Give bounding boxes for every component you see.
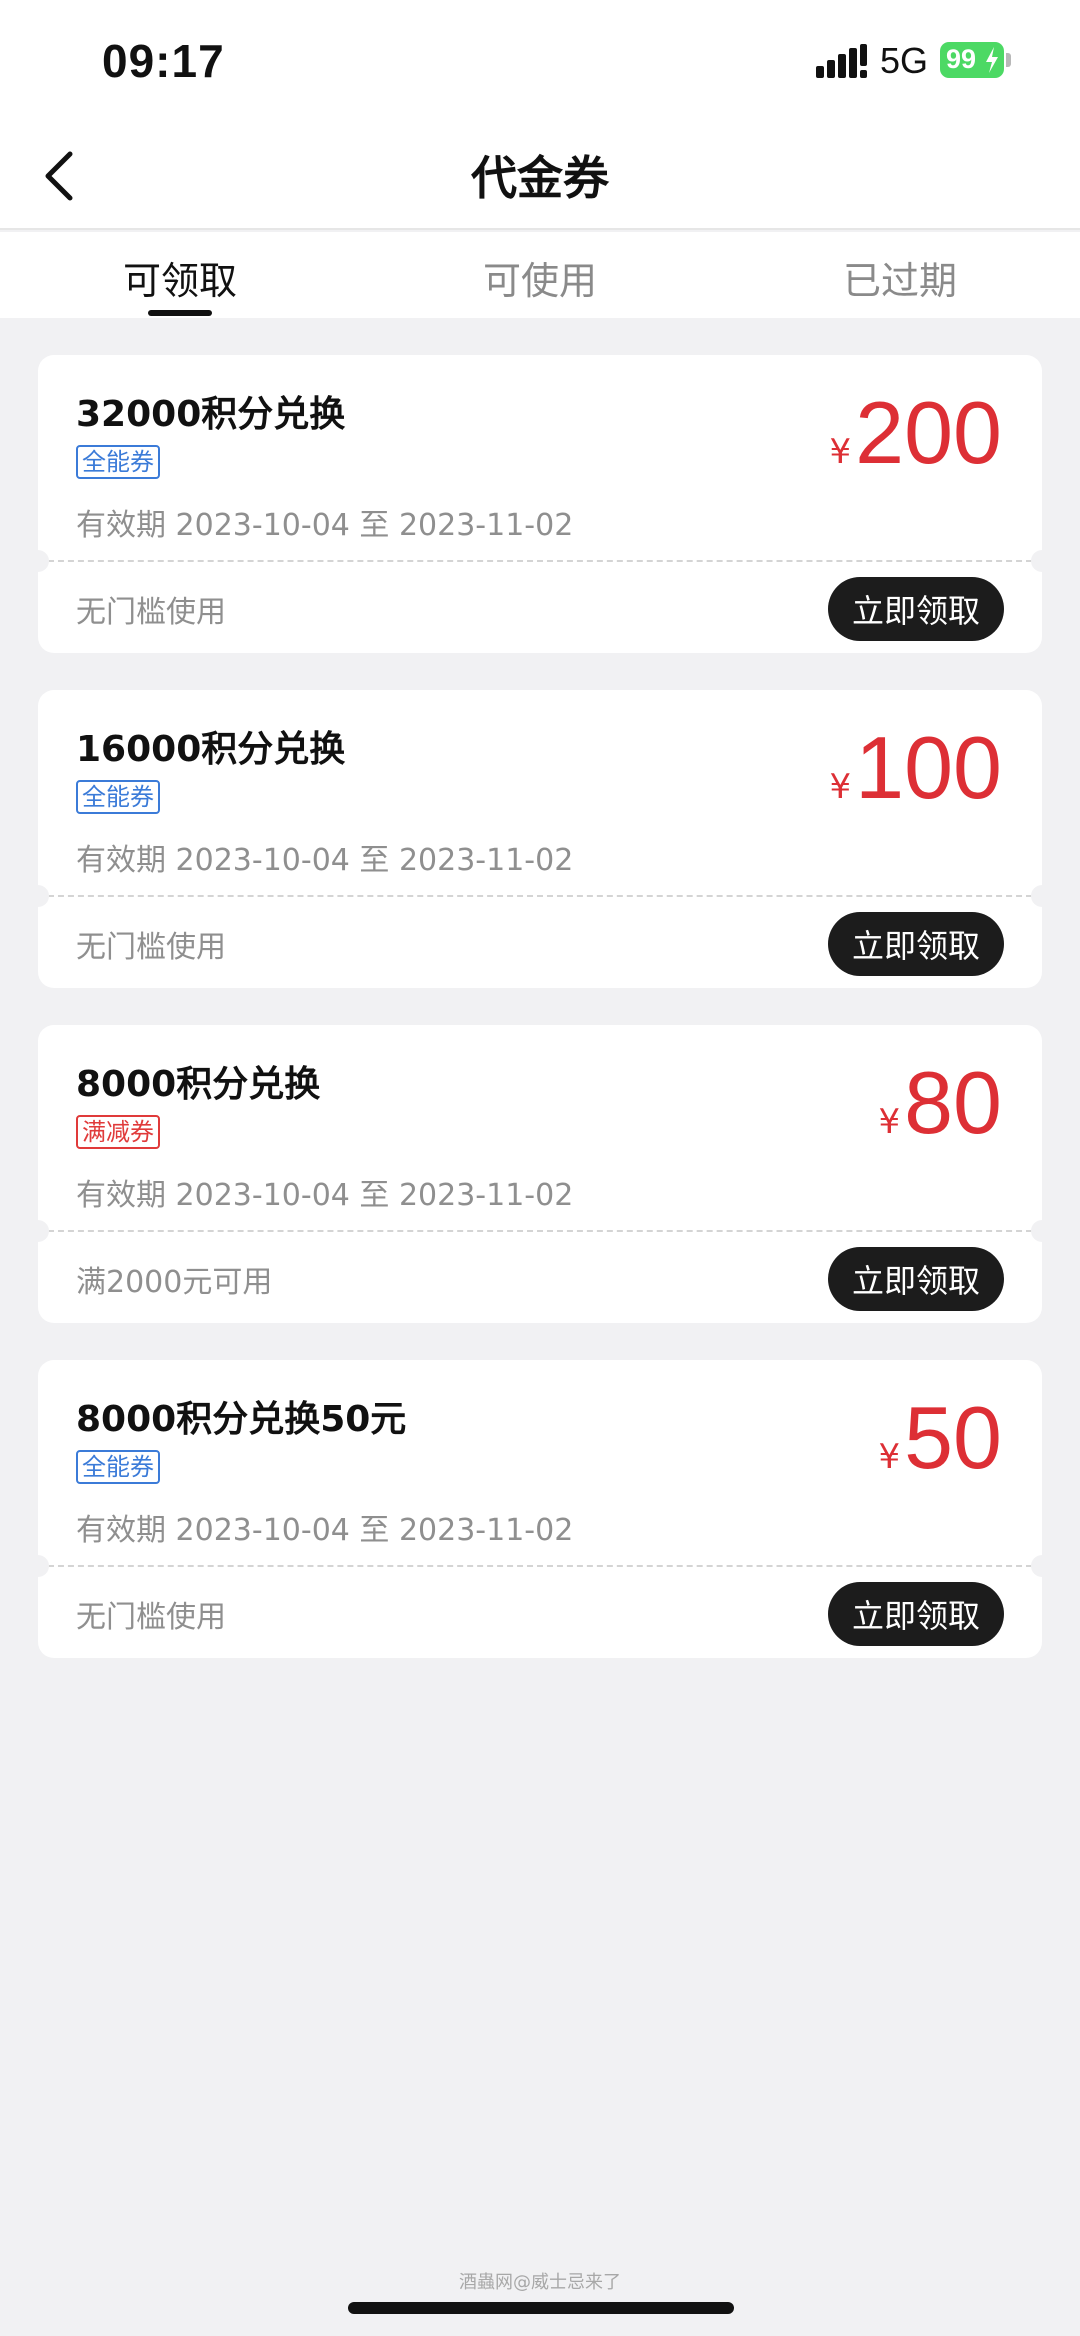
coupon-title: 8000积分兑换: [76, 1064, 321, 1105]
coupon-validity: 有效期 2023-10-04 至 2023-11-02: [76, 843, 574, 878]
charging-bolt-icon: [986, 47, 998, 73]
dashed-divider: [38, 1565, 1042, 1567]
battery-level: 99: [946, 44, 977, 74]
currency-symbol: ¥: [878, 1437, 901, 1477]
usage-condition: 无门槛使用: [76, 595, 226, 630]
coupon-list: 32000积分兑换 全能券 有效期 2023-10-04 至 2023-11-0…: [27, 355, 1053, 1695]
ticket-notch: [27, 885, 49, 907]
claim-button[interactable]: 立即领取: [828, 577, 1004, 641]
network-label: 5G: [880, 40, 929, 81]
currency-symbol: ¥: [829, 767, 852, 807]
ticket-notch: [1031, 550, 1053, 572]
coupon-card: 32000积分兑换 全能券 有效期 2023-10-04 至 2023-11-0…: [27, 355, 1053, 653]
signal-icon: [816, 44, 867, 78]
amount-value: 80: [904, 1053, 1002, 1152]
coupon-card: 8000积分兑换 满减券 有效期 2023-10-04 至 2023-11-02…: [27, 1025, 1053, 1323]
coupon-validity: 有效期 2023-10-04 至 2023-11-02: [76, 508, 574, 543]
dashed-divider: [38, 895, 1042, 897]
claim-button[interactable]: 立即领取: [828, 912, 1004, 976]
usage-condition: 无门槛使用: [76, 930, 226, 965]
coupon-type-badge: 全能券: [76, 445, 160, 479]
coupon-title: 32000积分兑换: [76, 394, 346, 435]
home-indicator[interactable]: [348, 2302, 734, 2314]
amount-value: 100: [855, 718, 1002, 817]
ticket-notch: [27, 1220, 49, 1242]
page-title: 代金券: [471, 151, 609, 205]
currency-symbol: ¥: [829, 432, 852, 472]
coupon-type-badge: 全能券: [76, 780, 160, 814]
nav-bar: 代金券: [0, 120, 1080, 230]
coupon-type-badge: 满减券: [76, 1115, 160, 1149]
coupon-amount: ¥200: [830, 383, 1002, 483]
usage-condition: 满2000元可用: [76, 1265, 273, 1300]
coupon-title: 8000积分兑换50元: [76, 1399, 407, 1440]
coupon-type-badge: 全能券: [76, 1450, 160, 1484]
currency-symbol: ¥: [878, 1102, 901, 1142]
coupon-amount: ¥50: [878, 1388, 1002, 1488]
watermark: 酒蟲网@威士忌来了: [459, 2272, 621, 2293]
dashed-divider: [38, 560, 1042, 562]
usage-condition: 无门槛使用: [76, 1600, 226, 1635]
battery-icon: 99: [940, 42, 1011, 78]
ticket-notch: [1031, 1220, 1053, 1242]
ticket-notch: [1031, 1555, 1053, 1577]
ticket-notch: [27, 550, 49, 572]
claim-button[interactable]: 立即领取: [828, 1247, 1004, 1311]
status-bar: 09:17 5G 99: [0, 0, 1080, 120]
coupon-title: 16000积分兑换: [76, 729, 346, 770]
tab-claimable[interactable]: 可领取: [0, 250, 360, 305]
claim-button[interactable]: 立即领取: [828, 1582, 1004, 1646]
coupon-card: 16000积分兑换 全能券 有效期 2023-10-04 至 2023-11-0…: [27, 690, 1053, 988]
status-time: 09:17: [102, 35, 225, 87]
tab-expired[interactable]: 已过期: [720, 250, 1080, 305]
coupon-amount: ¥80: [878, 1053, 1002, 1153]
amount-value: 200: [855, 383, 1002, 482]
coupon-card: 8000积分兑换50元 全能券 有效期 2023-10-04 至 2023-11…: [27, 1360, 1053, 1658]
tab-bar: 可领取 可使用 已过期: [0, 232, 1080, 318]
coupon-validity: 有效期 2023-10-04 至 2023-11-02: [76, 1513, 574, 1548]
active-tab-indicator: [148, 310, 212, 316]
ticket-notch: [27, 1555, 49, 1577]
tab-usable[interactable]: 可使用: [360, 250, 720, 305]
amount-value: 50: [904, 1388, 1002, 1487]
dashed-divider: [38, 1230, 1042, 1232]
coupon-amount: ¥100: [830, 718, 1002, 818]
coupon-validity: 有效期 2023-10-04 至 2023-11-02: [76, 1178, 574, 1213]
ticket-notch: [1031, 885, 1053, 907]
